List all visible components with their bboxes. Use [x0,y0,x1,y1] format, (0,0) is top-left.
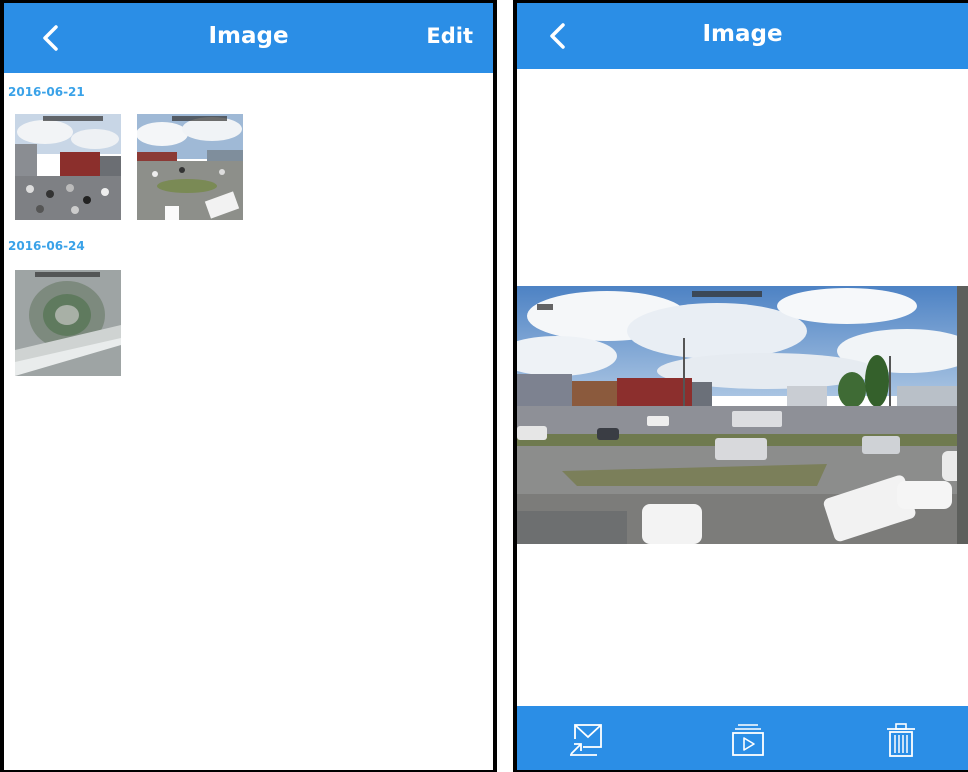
full-image[interactable] [517,286,968,544]
page-title: Image [208,23,289,49]
date-group-label: 2016-06-24 [8,239,85,253]
slideshow-icon[interactable] [728,722,768,758]
share-icon[interactable] [567,722,607,758]
app-header: Image Edit [4,3,493,73]
app-header: Image [517,3,968,69]
image-thumbnail[interactable] [15,114,121,220]
image-viewer-screen: Image [513,0,968,772]
image-thumbnail[interactable] [15,270,121,376]
edit-button[interactable]: Edit [426,24,473,48]
page-title: Image [702,21,783,47]
image-thumbnail[interactable] [137,114,243,220]
image-toolbar [517,706,968,770]
date-group-label: 2016-06-21 [8,85,85,99]
gallery-screen: Image Edit 2016-06-21 2016-06-24 [0,0,497,772]
delete-icon[interactable] [881,722,921,758]
